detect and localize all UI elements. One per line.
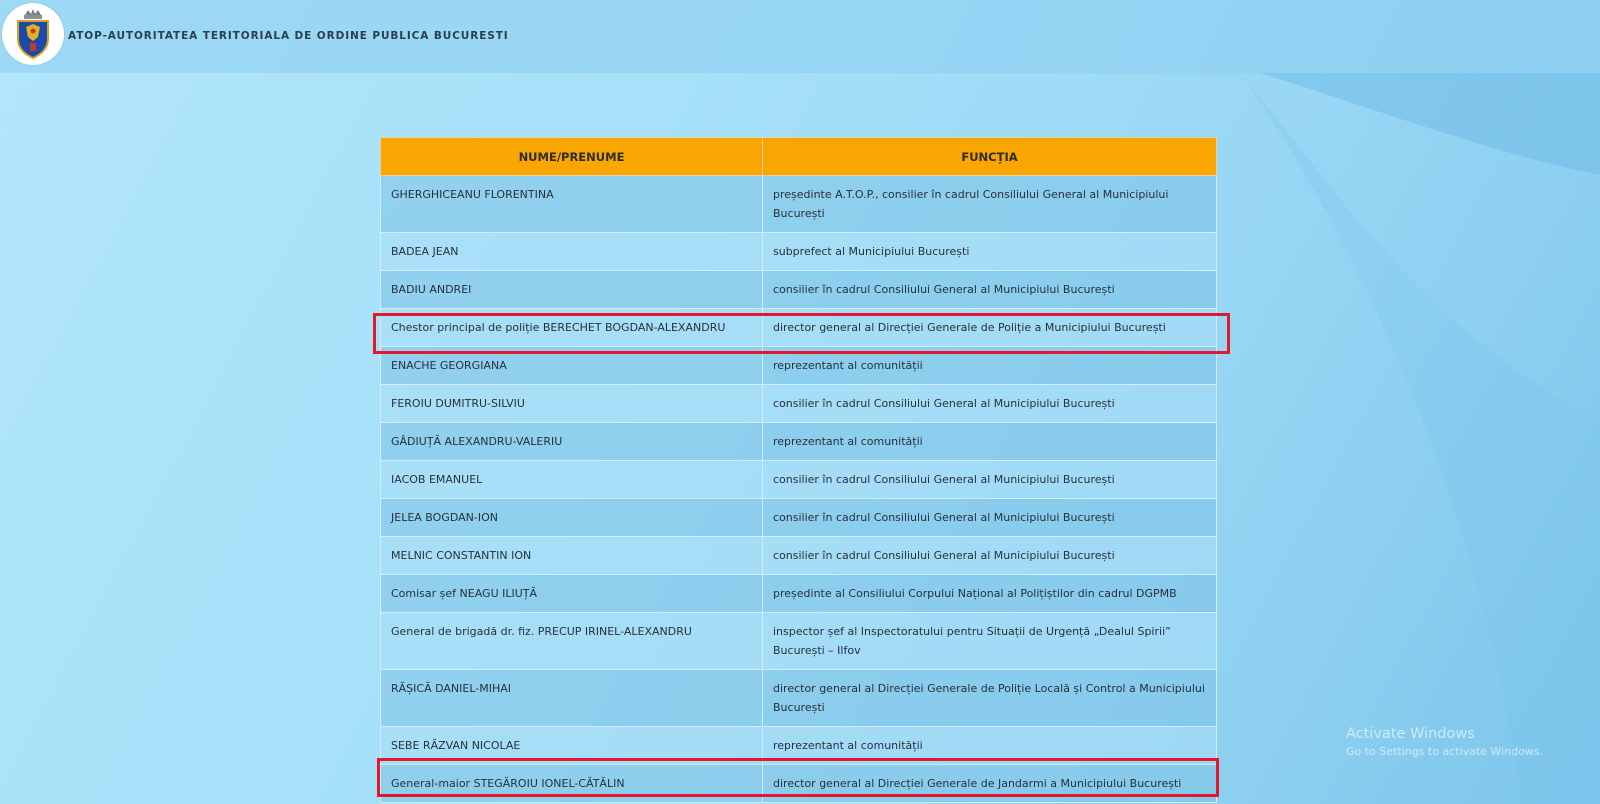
member-role: director general al Direcției Generale d…	[762, 764, 1217, 803]
member-name: FEROIU DUMITRU-SILVIU	[380, 384, 763, 423]
table-row: Comisar șef NEAGU ILIUȚĂ președinte al C…	[380, 574, 1217, 613]
table-row: General de brigadă dr. fiz. PRECUP IRINE…	[380, 612, 1217, 670]
member-name: Chestor principal de poliție BERECHET BO…	[380, 308, 763, 347]
member-name: IACOB EMANUEL	[380, 460, 763, 499]
watermark-subtitle: Go to Settings to activate Windows.	[1346, 745, 1544, 758]
member-role: director general al Direcției Generale d…	[762, 308, 1217, 347]
member-name: GHERGHICEANU FLORENTINA	[380, 175, 763, 233]
table-row: ENACHE GEORGIANA reprezentant al comunit…	[380, 346, 1217, 385]
member-name: SEBE RĂZVAN NICOLAE	[380, 726, 763, 765]
member-name: RĂȘICĂ DANIEL-MIHAI	[380, 669, 763, 727]
member-role: reprezentant al comunității	[762, 346, 1217, 385]
table-row: GÂDIUȚĂ ALEXANDRU-VALERIU reprezentant a…	[380, 422, 1217, 461]
member-name: General-maior STEGĂROIU IONEL-CĂTĂLIN	[380, 764, 763, 803]
member-role: inspector șef al Inspectoratului pentru …	[762, 612, 1217, 670]
member-role: subprefect al Municipiului București	[762, 232, 1217, 271]
table-row: JELEA BOGDAN-ION consilier în cadrul Con…	[380, 498, 1217, 537]
watermark-title: Activate Windows	[1346, 726, 1475, 742]
column-header-role: FUNCȚIA	[762, 137, 1217, 176]
member-role: consilier în cadrul Consiliului General …	[762, 460, 1217, 499]
member-role: consilier în cadrul Consiliului General …	[762, 498, 1217, 537]
site-logo[interactable]	[2, 3, 64, 65]
table-row: General-maior STEGĂROIU IONEL-CĂTĂLIN di…	[380, 764, 1217, 803]
table-row: BADIU ANDREI consilier în cadrul Consili…	[380, 270, 1217, 309]
member-name: MELNIC CONSTANTIN ION	[380, 536, 763, 575]
table-row: IACOB EMANUEL consilier în cadrul Consil…	[380, 460, 1217, 499]
member-name: Comisar șef NEAGU ILIUȚĂ	[380, 574, 763, 613]
members-table-container: NUME/PRENUME FUNCȚIA GHERGHICEANU FLOREN…	[380, 137, 1217, 803]
windows-activation-watermark: Activate Windows Go to Settings to activ…	[1346, 726, 1543, 758]
site-header: ATOP-AUTORITATEA TERITORIALA DE ORDINE P…	[0, 0, 1600, 73]
member-role: reprezentant al comunității	[762, 726, 1217, 765]
table-row: Chestor principal de poliție BERECHET BO…	[380, 308, 1217, 347]
member-name: General de brigadă dr. fiz. PRECUP IRINE…	[380, 612, 763, 670]
table-row: GHERGHICEANU FLORENTINA președinte A.T.O…	[380, 175, 1217, 233]
bucharest-coat-of-arms-icon	[17, 9, 49, 60]
table-row: SEBE RĂZVAN NICOLAE reprezentant al comu…	[380, 726, 1217, 765]
member-role: președinte al Consiliului Corpului Națio…	[762, 574, 1217, 613]
table-header-row: NUME/PRENUME FUNCȚIA	[380, 137, 1217, 176]
table-row: BADEA JEAN subprefect al Municipiului Bu…	[380, 232, 1217, 271]
table-row: MELNIC CONSTANTIN ION consilier în cadru…	[380, 536, 1217, 575]
member-name: BADIU ANDREI	[380, 270, 763, 309]
member-role: director general al Direcției Generale d…	[762, 669, 1217, 727]
site-title[interactable]: ATOP-AUTORITATEA TERITORIALA DE ORDINE P…	[68, 30, 509, 42]
table-row: FEROIU DUMITRU-SILVIU consilier în cadru…	[380, 384, 1217, 423]
member-role: reprezentant al comunității	[762, 422, 1217, 461]
member-role: consilier în cadrul Consiliului General …	[762, 536, 1217, 575]
member-name: ENACHE GEORGIANA	[380, 346, 763, 385]
member-role: președinte A.T.O.P., consilier în cadrul…	[762, 175, 1217, 233]
member-name: BADEA JEAN	[380, 232, 763, 271]
member-role: consilier în cadrul Consiliului General …	[762, 270, 1217, 309]
member-name: GÂDIUȚĂ ALEXANDRU-VALERIU	[380, 422, 763, 461]
column-header-name: NUME/PRENUME	[380, 137, 763, 176]
table-row: RĂȘICĂ DANIEL-MIHAI director general al …	[380, 669, 1217, 727]
member-name: JELEA BOGDAN-ION	[380, 498, 763, 537]
member-role: consilier în cadrul Consiliului General …	[762, 384, 1217, 423]
members-table: NUME/PRENUME FUNCȚIA GHERGHICEANU FLOREN…	[380, 137, 1217, 803]
